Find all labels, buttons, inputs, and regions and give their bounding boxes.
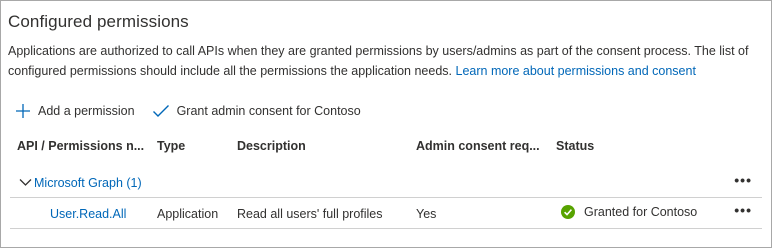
add-permission-label: Add a permission: [38, 104, 135, 118]
configured-permissions-panel: Configured permissions Applications are …: [0, 0, 772, 248]
grant-admin-consent-button[interactable]: Grant admin consent for Contoso: [152, 103, 361, 119]
command-bar: Add a permission Grant admin consent for…: [15, 99, 378, 123]
column-header-description[interactable]: Description: [237, 139, 306, 153]
group-more-button[interactable]: •••: [734, 172, 752, 188]
learn-more-link[interactable]: Learn more about permissions and consent: [456, 64, 696, 78]
status-text: Granted for Contoso: [584, 205, 698, 219]
row-more-button[interactable]: •••: [734, 202, 752, 218]
status-badge: Granted for Contoso: [561, 205, 697, 219]
add-permission-button[interactable]: Add a permission: [15, 103, 135, 119]
chevron-down-icon[interactable]: [19, 178, 32, 187]
plus-icon: [16, 104, 30, 118]
permission-type: Application: [157, 207, 219, 221]
api-group-name[interactable]: Microsoft Graph (1): [34, 176, 142, 190]
column-header-status[interactable]: Status: [556, 139, 594, 153]
table-header: API / Permissions n... Type Description …: [1, 139, 771, 157]
column-header-type[interactable]: Type: [157, 139, 185, 153]
permission-description: Read all users' full profiles: [237, 207, 383, 221]
table-group-row[interactable]: Microsoft Graph (1) •••: [10, 171, 762, 198]
column-header-admin-consent[interactable]: Admin consent req...: [416, 139, 540, 153]
admin-consent-required: Yes: [416, 207, 437, 221]
section-title: Configured permissions: [8, 12, 189, 31]
success-check-icon: [561, 205, 575, 219]
checkmark-icon: [152, 105, 169, 117]
table-row: User.Read.All Application Read all users…: [10, 198, 762, 229]
permission-name[interactable]: User.Read.All: [50, 207, 126, 221]
section-description: Applications are authorized to call APIs…: [8, 41, 768, 81]
column-header-api-permissions[interactable]: API / Permissions n...: [17, 139, 144, 153]
grant-consent-label: Grant admin consent for Contoso: [176, 104, 361, 118]
